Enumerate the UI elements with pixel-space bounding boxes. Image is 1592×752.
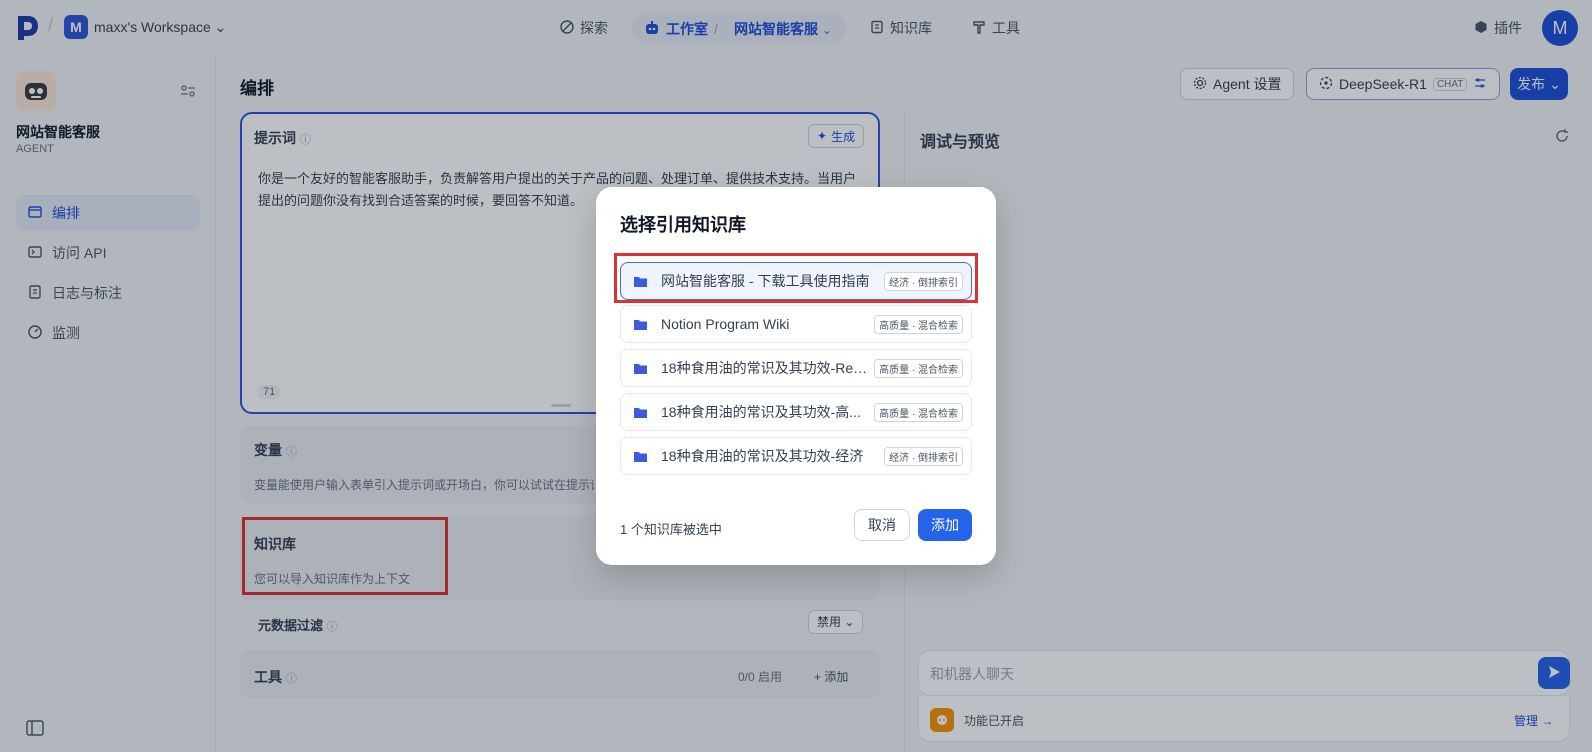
selected-kb-highlight-box [614, 253, 978, 303]
kb-item[interactable]: 18种食用油的常识及其功效-Rer... 高质量 · 混合检索 [620, 349, 972, 387]
kb-item[interactable]: Notion Program Wiki 高质量 · 混合检索 [620, 305, 972, 343]
kb-item-tag: 高质量 · 混合检索 [874, 358, 963, 378]
kb-item-name: 18种食用油的常识及其功效-经济 [661, 448, 864, 464]
folder-icon [631, 359, 649, 377]
select-knowledge-modal: 选择引用知识库 网站智能客服 - 下载工具使用指南 经济 · 倒排索引 Noti… [596, 187, 996, 565]
kb-item-name: 18种食用油的常识及其功效-高... [661, 404, 861, 420]
kb-item-name: 18种食用油的常识及其功效-Rer... [661, 360, 869, 376]
selected-count: 1 个知识库被选中 [620, 522, 722, 537]
kb-item-tag: 经济 · 倒排索引 [884, 446, 963, 466]
kb-item[interactable]: 18种食用油的常识及其功效-高... 高质量 · 混合检索 [620, 393, 972, 431]
kb-item-tag: 高质量 · 混合检索 [874, 402, 963, 422]
folder-icon [631, 447, 649, 465]
cancel-button[interactable]: 取消 [854, 509, 910, 541]
folder-icon [631, 315, 649, 333]
kb-item-name: Notion Program Wiki [661, 316, 790, 332]
modal-title: 选择引用知识库 [620, 215, 746, 235]
folder-icon [631, 403, 649, 421]
kb-item[interactable]: 18种食用油的常识及其功效-经济 经济 · 倒排索引 [620, 437, 972, 475]
kb-item-tag: 高质量 · 混合检索 [874, 314, 963, 334]
add-button[interactable]: 添加 [918, 509, 972, 541]
